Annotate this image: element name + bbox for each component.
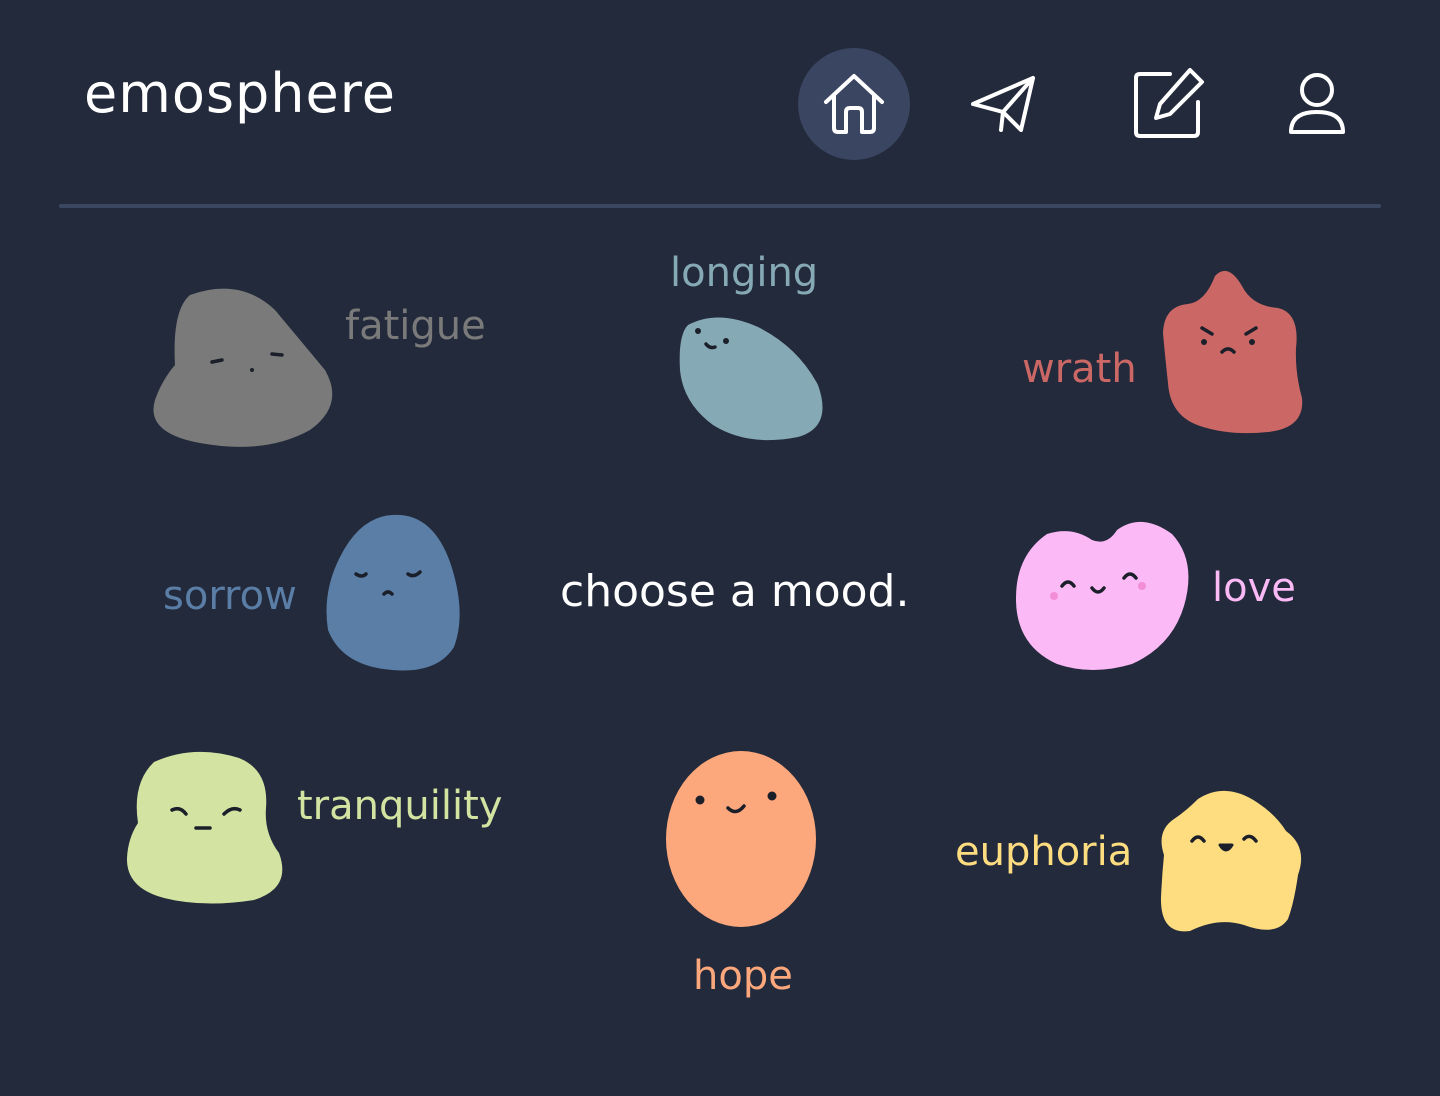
love-blob	[1015, 521, 1189, 670]
mood-label-love: love	[1212, 565, 1296, 611]
mood-label-hope: hope	[693, 953, 793, 999]
app-logo[interactable]: emosphere	[84, 62, 396, 125]
header: emosphere	[0, 0, 1440, 210]
longing-blob	[679, 317, 823, 441]
wrath-blob	[1163, 270, 1303, 434]
sorrow-blob	[326, 514, 460, 671]
mood-label-fatigue: fatigue	[345, 303, 486, 349]
nav-send-button[interactable]	[947, 48, 1059, 160]
euphoria-blob	[1160, 790, 1302, 932]
nav-home-button[interactable]	[798, 48, 910, 160]
mood-label-longing: longing	[670, 250, 819, 296]
mood-label-tranquility: tranquility	[297, 783, 503, 829]
mood-label-wrath: wrath	[1022, 346, 1137, 392]
edit-icon	[1134, 68, 1204, 138]
paper-plane-icon	[971, 76, 1035, 132]
mood-label-sorrow: sorrow	[163, 573, 297, 619]
tranquility-blob	[126, 751, 283, 904]
fatigue-blob	[153, 288, 333, 447]
user-icon	[1289, 73, 1345, 134]
hope-blob	[666, 751, 816, 927]
header-divider	[59, 204, 1381, 208]
choose-mood-prompt: choose a mood.	[560, 566, 910, 617]
home-icon	[824, 74, 884, 134]
nav-profile-button[interactable]	[1261, 48, 1373, 160]
mood-label-euphoria: euphoria	[955, 829, 1133, 875]
nav-compose-button[interactable]	[1112, 48, 1224, 160]
